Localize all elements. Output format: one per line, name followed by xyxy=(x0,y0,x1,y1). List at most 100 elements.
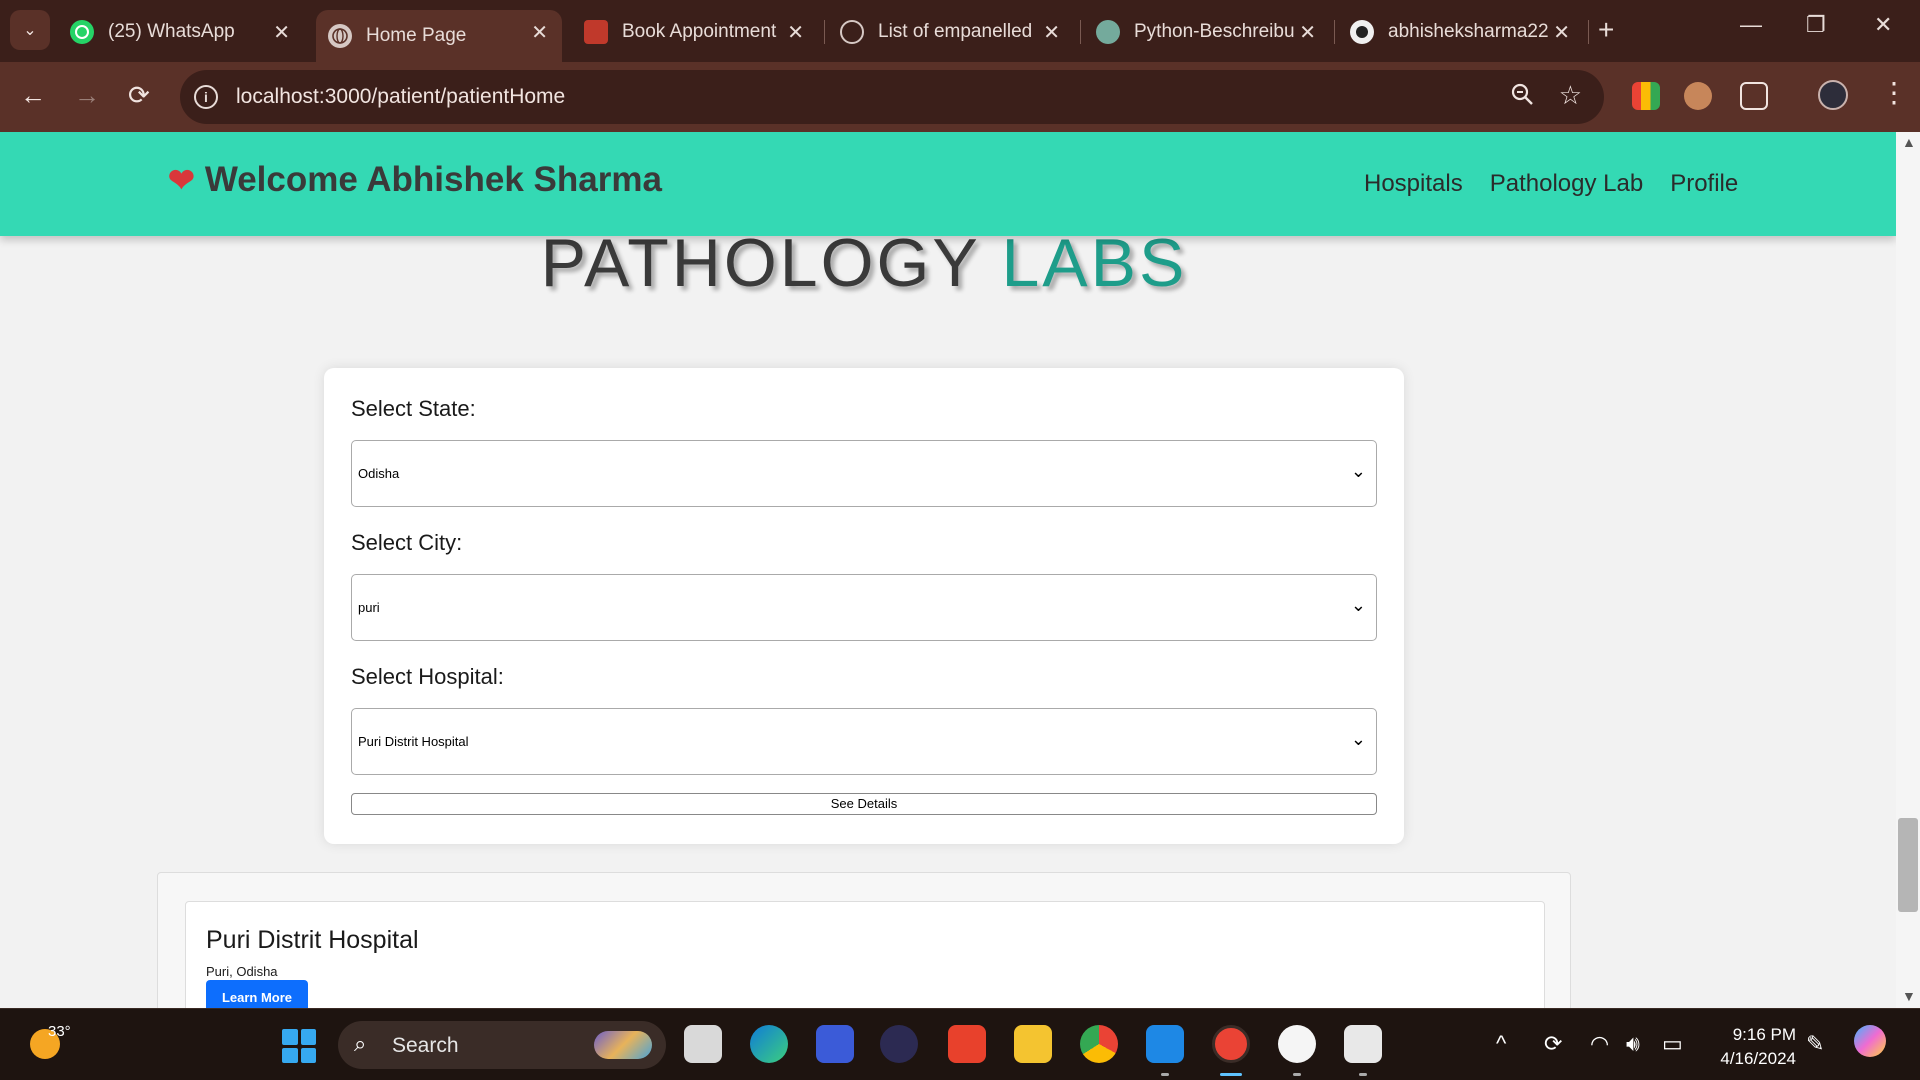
address-bar[interactable]: i localhost:3000/patient/patientHome ☆ xyxy=(180,70,1604,124)
list-site-icon xyxy=(840,20,864,44)
hospital-select[interactable]: Puri Distrit Hospital ⌄ xyxy=(351,708,1377,775)
chrome-profile-icon[interactable] xyxy=(1212,1025,1250,1063)
close-window-button[interactable]: ✕ xyxy=(1874,12,1892,38)
chatgpt-icon xyxy=(1096,20,1120,44)
clock-date: 4/16/2024 xyxy=(1720,1049,1796,1068)
chevron-down-icon: ⌄ xyxy=(1350,595,1366,615)
hospital-select-value: Puri Distrit Hospital xyxy=(358,734,469,749)
tab-separator xyxy=(1334,20,1335,44)
profile-avatar[interactable] xyxy=(1818,80,1848,110)
state-select[interactable]: Odisha ⌄ xyxy=(351,440,1377,507)
github-icon xyxy=(1350,20,1374,44)
snipping-tool-icon[interactable] xyxy=(1344,1025,1382,1063)
tab-title: List of empanelled xyxy=(878,21,1033,42)
minimize-button[interactable]: — xyxy=(1740,12,1762,38)
state-select-value: Odisha xyxy=(358,466,400,481)
weather-widget[interactable]: 33° xyxy=(26,1023,71,1063)
wifi-icon[interactable]: ◠ xyxy=(1590,1031,1609,1057)
vscode-icon[interactable] xyxy=(1146,1025,1184,1063)
weather-temperature: 33° xyxy=(48,1023,71,1040)
navbar-brand[interactable]: ❤ Welcome Abhishek Sharma xyxy=(168,160,662,200)
city-select[interactable]: puri ⌄ xyxy=(351,574,1377,641)
file-explorer-icon[interactable] xyxy=(1014,1025,1052,1063)
chevron-down-icon: ⌄ xyxy=(23,22,37,39)
browser-tab-strip: ⌄ (25) WhatsApp ✕ Home Page ✕ Book Appoi… xyxy=(0,0,1920,62)
wps-office-icon[interactable] xyxy=(948,1025,986,1063)
search-form-card: Select State: Odisha ⌄ Select City: puri… xyxy=(324,368,1404,844)
see-details-button[interactable]: See Details xyxy=(351,793,1377,815)
tab-book-appointment[interactable]: Book Appointment ✕ xyxy=(572,10,818,54)
site-info-icon[interactable]: i xyxy=(194,85,218,109)
nav-link-profile[interactable]: Profile xyxy=(1670,170,1738,198)
back-arrow-icon[interactable]: ← xyxy=(20,80,46,111)
tab-empanelled-list[interactable]: List of empanelled ✕ xyxy=(828,10,1074,54)
mongodb-compass-icon[interactable] xyxy=(1278,1025,1316,1063)
edge-browser-icon[interactable] xyxy=(750,1025,788,1063)
browser-menu-icon[interactable]: ⋮ xyxy=(1880,76,1908,109)
results-container: Puri Distrit Hospital Puri, Odisha Learn… xyxy=(157,872,1571,1008)
close-icon[interactable]: ✕ xyxy=(273,20,290,45)
book-appointment-icon xyxy=(584,20,608,44)
restore-button[interactable]: ❐ xyxy=(1806,12,1826,38)
taskbar-search-placeholder: Search xyxy=(392,1034,459,1057)
active-indicator xyxy=(1220,1073,1242,1076)
copilot-icon[interactable] xyxy=(1854,1025,1886,1057)
site-navbar: ❤ Welcome Abhishek Sharma Hospitals Path… xyxy=(0,132,1896,236)
reload-icon[interactable]: ⟳ xyxy=(128,80,150,111)
tab-github[interactable]: abhisheksharma22 ✕ xyxy=(1338,10,1584,54)
hospital-name: Puri Distrit Hospital xyxy=(206,926,419,954)
url-text[interactable]: localhost:3000/patient/patientHome xyxy=(236,85,565,109)
hospital-result-card: Puri Distrit Hospital Puri, Odisha Learn… xyxy=(185,901,1545,1008)
tab-home-page[interactable]: Home Page ✕ xyxy=(316,10,562,62)
tab-separator xyxy=(1588,20,1589,44)
zoom-icon[interactable] xyxy=(1510,82,1534,112)
notification-icon[interactable]: ✎ xyxy=(1806,1031,1824,1057)
app-m-icon[interactable] xyxy=(816,1025,854,1063)
close-icon[interactable]: ✕ xyxy=(787,20,804,45)
nav-link-hospitals[interactable]: Hospitals xyxy=(1364,170,1463,198)
extension-color-icon[interactable] xyxy=(1632,82,1660,110)
cookie-extension-icon[interactable] xyxy=(1684,82,1712,110)
chevron-down-icon: ⌄ xyxy=(1350,729,1366,749)
bookmark-star-icon[interactable]: ☆ xyxy=(1559,80,1582,111)
taskbar-clock[interactable]: 9:16 PM 4/16/2024 xyxy=(1712,1023,1796,1071)
scrollbar-thumb[interactable] xyxy=(1898,818,1918,912)
close-icon[interactable]: ✕ xyxy=(1553,20,1570,45)
browser-toolbar: ← → ⟳ i localhost:3000/patient/patientHo… xyxy=(0,62,1920,132)
brand-text: Welcome Abhishek Sharma xyxy=(204,160,662,199)
chevron-down-icon: ⌄ xyxy=(1350,461,1366,481)
sync-icon[interactable]: ⟳ xyxy=(1544,1031,1562,1057)
windows-start-icon[interactable] xyxy=(282,1029,316,1063)
close-icon[interactable]: ✕ xyxy=(531,20,548,45)
nav-link-pathology-lab[interactable]: Pathology Lab xyxy=(1490,170,1643,198)
page-viewport: ❤ Welcome Abhishek Sharma Hospitals Path… xyxy=(0,132,1896,1008)
tab-search-button[interactable]: ⌄ xyxy=(10,10,50,50)
taskbar-search-box[interactable]: ⌕ Search xyxy=(338,1021,666,1069)
task-view-icon[interactable] xyxy=(684,1025,722,1063)
eclipse-icon[interactable] xyxy=(880,1025,918,1063)
hospital-location: Puri, Odisha xyxy=(206,964,278,979)
city-label: Select City: xyxy=(351,530,463,555)
heart-pulse-icon: ❤ xyxy=(168,162,195,198)
tab-title: (25) WhatsApp xyxy=(108,21,235,42)
volume-icon[interactable]: 🔊︎ xyxy=(1626,1031,1640,1057)
extensions-puzzle-icon[interactable] xyxy=(1740,82,1768,110)
hospital-label: Select Hospital: xyxy=(351,664,504,689)
tab-python-beschreibung[interactable]: Python-Beschreibu ✕ xyxy=(1084,10,1330,54)
windows-taskbar: 33° ⌕ Search ^ ⟳ ◠ 🔊︎ ▭ 9:16 PM 4/16/202… xyxy=(0,1008,1920,1080)
chrome-icon[interactable] xyxy=(1080,1025,1118,1063)
tab-separator xyxy=(824,20,825,44)
close-icon[interactable]: ✕ xyxy=(1043,20,1060,45)
scroll-down-arrow-icon[interactable]: ▼ xyxy=(1902,988,1916,1004)
close-icon[interactable]: ✕ xyxy=(1299,20,1316,45)
tab-title: abhisheksharma22 xyxy=(1388,21,1548,42)
battery-icon[interactable]: ▭ xyxy=(1662,1031,1683,1057)
show-hidden-icons-chevron-icon[interactable]: ^ xyxy=(1496,1031,1506,1057)
clock-time: 9:16 PM xyxy=(1732,1025,1796,1044)
tab-whatsapp[interactable]: (25) WhatsApp ✕ xyxy=(58,10,304,54)
whatsapp-icon xyxy=(70,20,94,44)
new-tab-button[interactable]: + xyxy=(1598,14,1614,46)
learn-more-button[interactable]: Learn More xyxy=(206,980,308,1008)
forward-arrow-icon[interactable]: → xyxy=(74,80,100,111)
scroll-up-arrow-icon[interactable]: ▲ xyxy=(1902,134,1916,150)
